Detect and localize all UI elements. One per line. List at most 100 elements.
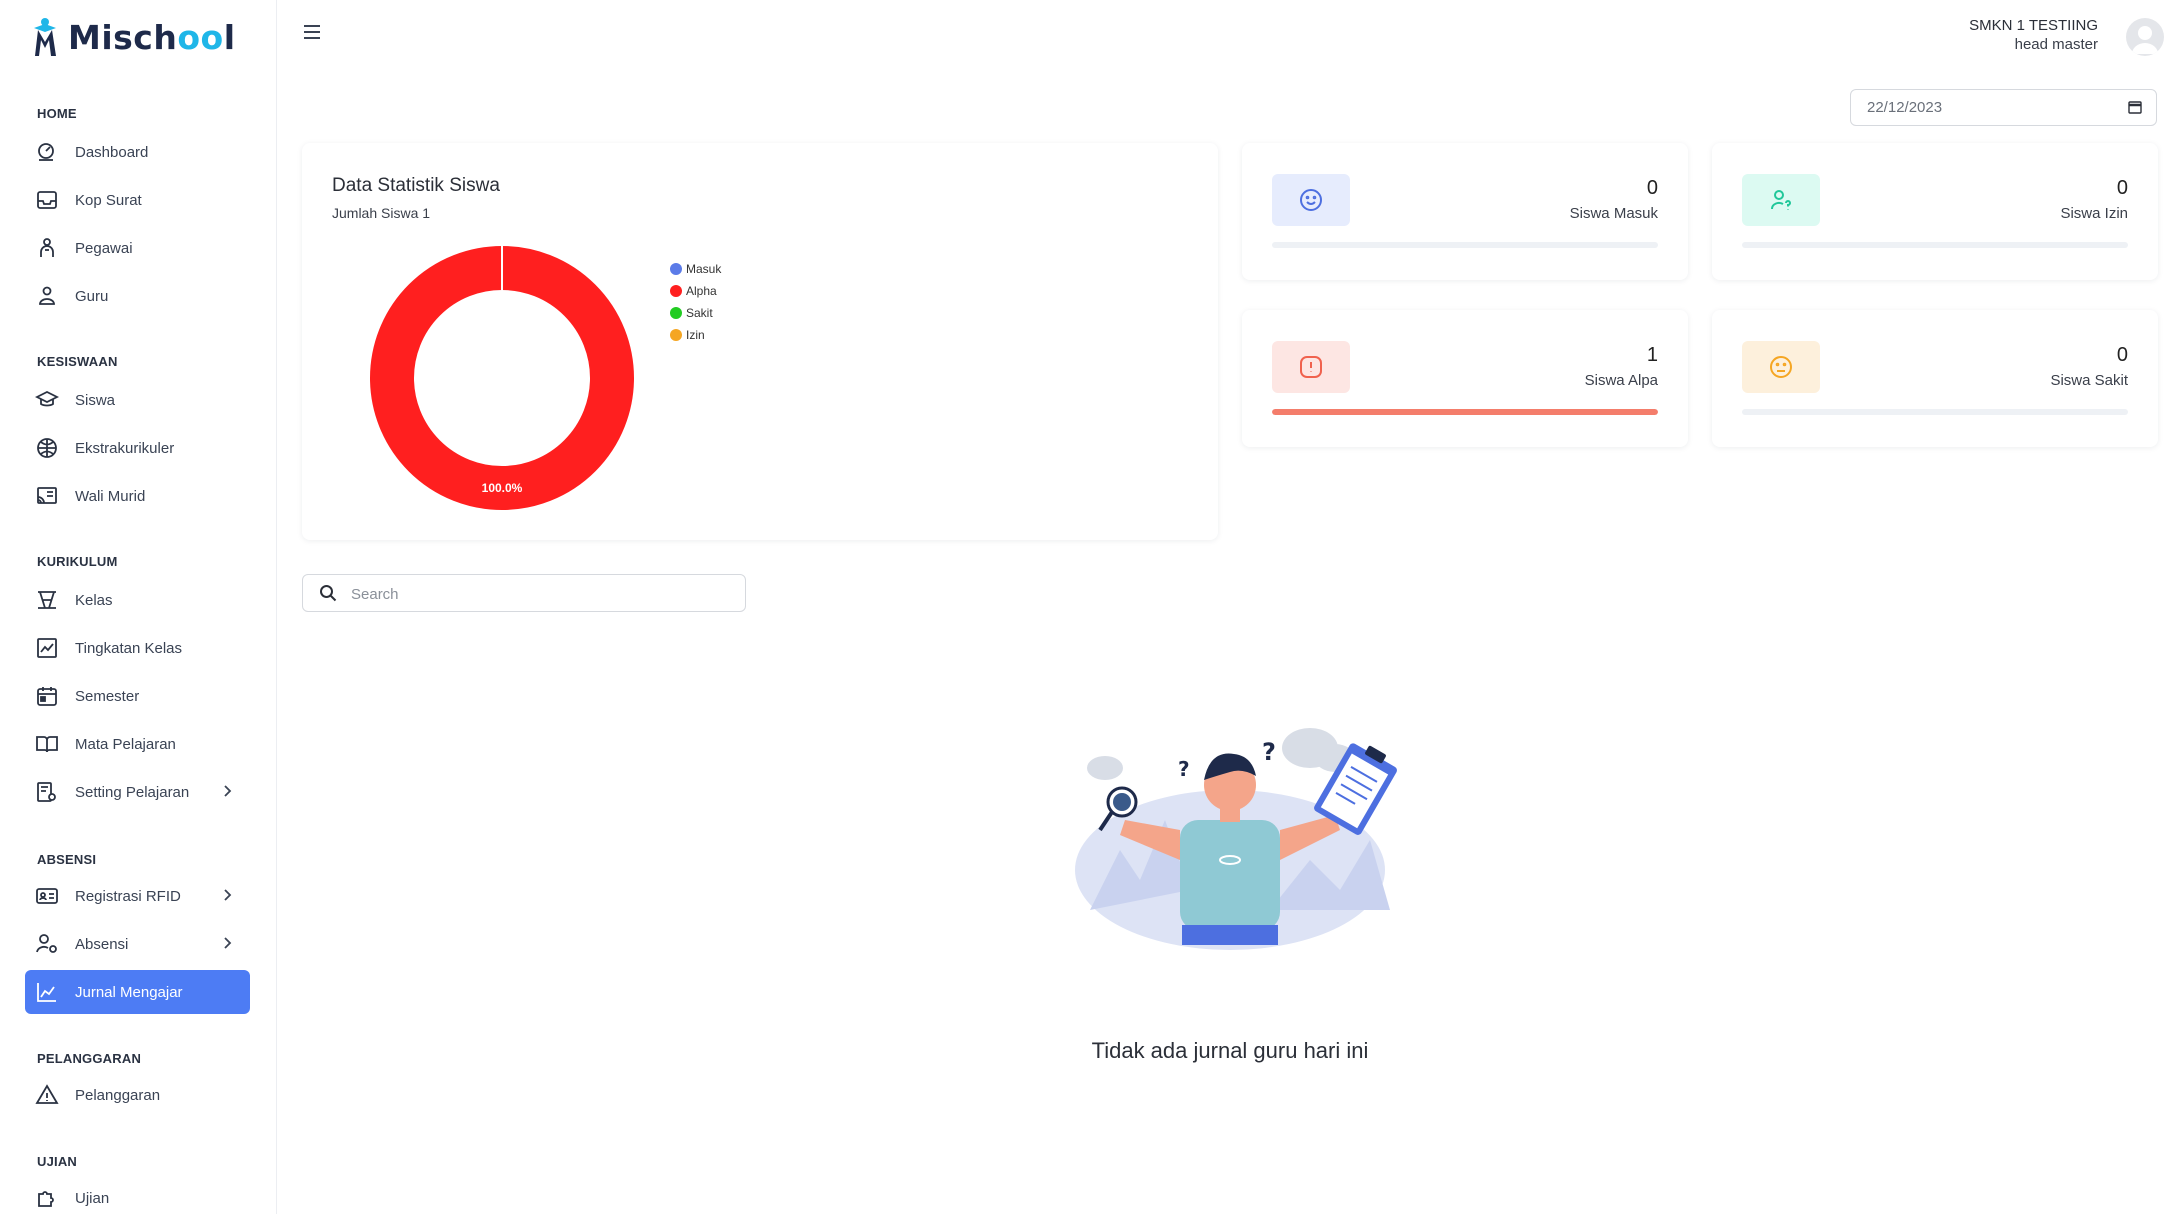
stat-progress-bar <box>1272 242 1658 248</box>
empty-state-text: Tidak ada jurnal guru hari ini <box>1091 1038 1369 1063</box>
svg-text:?: ? <box>1178 757 1190 781</box>
sidebar-item-kelas[interactable]: Kelas <box>25 578 250 622</box>
sidebar-item-pegawai[interactable]: Pegawai <box>25 226 250 270</box>
sidebar-item-ujian[interactable]: Ujian <box>25 1176 250 1220</box>
logo[interactable]: Mischool <box>32 14 236 60</box>
chevron-right-icon <box>224 937 232 949</box>
avatar[interactable] <box>2126 18 2164 56</box>
stat-value: 0 <box>2116 344 2128 366</box>
teacher-icon <box>34 283 60 309</box>
legend-item-izin[interactable]: Izin <box>670 324 721 346</box>
logo-mark-icon <box>34 18 56 56</box>
sidebar-item-label: Ujian <box>75 1189 110 1207</box>
sidebar-item-label: Pegawai <box>75 239 133 257</box>
sidebar-item-label: Registrasi RFID <box>75 887 181 905</box>
sidebar-item-pelanggaran[interactable]: Pelanggaran <box>25 1073 250 1117</box>
stat-icon-box <box>1272 174 1350 226</box>
data-label: 100.0% <box>482 481 523 495</box>
id-card-icon <box>34 883 60 909</box>
legend-label: Izin <box>686 328 705 342</box>
stat-progress-fill <box>1272 409 1658 415</box>
sidebar-item-label: Mata Pelajaran <box>75 735 176 753</box>
sidebar-item-label: Semester <box>75 687 140 705</box>
sidebar-item-dashboard[interactable]: Dashboard <box>25 130 250 174</box>
ball-icon <box>34 435 60 461</box>
date-value: 22/12/2023 <box>1867 99 1943 116</box>
stat-card-izin: 0 Siswa Izin <box>1712 143 2158 280</box>
user-info[interactable]: SMKN 1 TESTIING head master <box>1969 17 2098 53</box>
legend-dot <box>670 329 682 341</box>
section-pelanggaran: PELANGGARAN <box>37 1051 142 1066</box>
sidebar-item-label: Wali Murid <box>75 487 146 505</box>
search-input[interactable] <box>349 575 733 613</box>
stat-label: Siswa Izin <box>2060 205 2128 222</box>
sidebar-item-siswa[interactable]: Siswa <box>25 378 250 422</box>
warning-icon <box>34 1082 60 1108</box>
sidebar: Mischool HOME Dashboard Kop Surat Pegawa… <box>0 0 277 1214</box>
calendar-icon <box>34 683 60 709</box>
legend-item-masuk[interactable]: Masuk <box>670 258 721 280</box>
legend-label: Alpha <box>686 284 717 298</box>
sidebar-item-kop-surat[interactable]: Kop Surat <box>25 178 250 222</box>
hamburger-menu-icon[interactable] <box>302 24 322 40</box>
stat-value: 1 <box>1646 344 1658 366</box>
sidebar-item-setting-pelajaran[interactable]: Setting Pelajaran <box>25 770 250 814</box>
sidebar-item-label: Jurnal Mengajar <box>75 983 183 1001</box>
sidebar-item-tingkatan-kelas[interactable]: Tingkatan Kelas <box>25 626 250 670</box>
donut-slice-alpha[interactable] <box>370 246 634 510</box>
section-ujian: UJIAN <box>37 1154 78 1169</box>
legend-item-sakit[interactable]: Sakit <box>670 302 721 324</box>
cast-icon <box>34 483 60 509</box>
sidebar-item-ekstrakurikuler[interactable]: Ekstrakurikuler <box>25 426 250 470</box>
stat-icon-box <box>1272 341 1350 393</box>
stat-progress-bar <box>1742 242 2128 248</box>
classroom-icon <box>34 587 60 613</box>
legend-dot <box>670 285 682 297</box>
chart-area-icon <box>34 979 60 1005</box>
sidebar-item-label: Kop Surat <box>75 191 142 209</box>
search-box[interactable] <box>302 574 746 613</box>
sidebar-item-label: Kelas <box>75 591 113 609</box>
stat-progress-bar <box>1742 409 2128 415</box>
stat-label: Siswa Masuk <box>1569 205 1658 222</box>
sidebar-item-semester[interactable]: Semester <box>25 674 250 718</box>
stat-label: Siswa Sakit <box>2050 372 2128 389</box>
chart-title: Data Statistik Siswa <box>332 175 500 196</box>
stat-icon-box <box>1742 174 1820 226</box>
calendar-icon[interactable] <box>2128 100 2142 114</box>
date-picker[interactable]: 22/12/2023 <box>1850 89 2157 126</box>
chevron-right-icon <box>224 889 232 901</box>
sidebar-item-label: Siswa <box>75 391 116 409</box>
dashboard-icon <box>34 139 60 165</box>
sidebar-item-absensi[interactable]: Absensi <box>25 922 250 966</box>
legend-item-alpha[interactable]: Alpha <box>670 280 721 302</box>
legend-label: Sakit <box>686 306 713 320</box>
alert-icon <box>1300 356 1322 378</box>
stat-card-masuk: 0 Siswa Masuk <box>1242 143 1688 280</box>
user-school-name: SMKN 1 TESTIING <box>1969 17 2098 34</box>
sidebar-item-jurnal-mengajar[interactable]: Jurnal Mengajar <box>25 970 250 1014</box>
sidebar-item-label: Pelanggaran <box>75 1086 161 1104</box>
section-absensi: ABSENSI <box>37 852 97 867</box>
user-settings-icon <box>34 931 60 957</box>
sidebar-item-label: Tingkatan Kelas <box>75 639 183 657</box>
sidebar-item-wali-murid[interactable]: Wali Murid <box>25 474 250 518</box>
sidebar-item-label: Setting Pelajaran <box>75 783 190 801</box>
sad-face-icon <box>1770 356 1792 378</box>
stat-progress-bar <box>1272 409 1658 415</box>
user-question-icon <box>1770 190 1791 210</box>
stat-icon-box <box>1742 341 1820 393</box>
sidebar-item-registrasi-rfid[interactable]: Registrasi RFID <box>25 874 250 918</box>
sidebar-item-guru[interactable]: Guru <box>25 274 250 318</box>
legend-dot <box>670 263 682 275</box>
donut-chart: 100.0% <box>370 246 634 510</box>
employee-icon <box>34 235 60 261</box>
sidebar-item-label: Absensi <box>75 935 129 953</box>
user-avatar-icon <box>2132 26 2158 54</box>
search-icon <box>320 585 337 602</box>
sidebar-item-mata-pelajaran[interactable]: Mata Pelajaran <box>25 722 250 766</box>
settings-doc-icon <box>34 779 60 805</box>
chart-subtitle: Jumlah Siswa 1 <box>332 205 431 221</box>
stat-card-alpa: 1 Siswa Alpa <box>1242 310 1688 447</box>
section-kurikulum: KURIKULUM <box>37 554 118 569</box>
